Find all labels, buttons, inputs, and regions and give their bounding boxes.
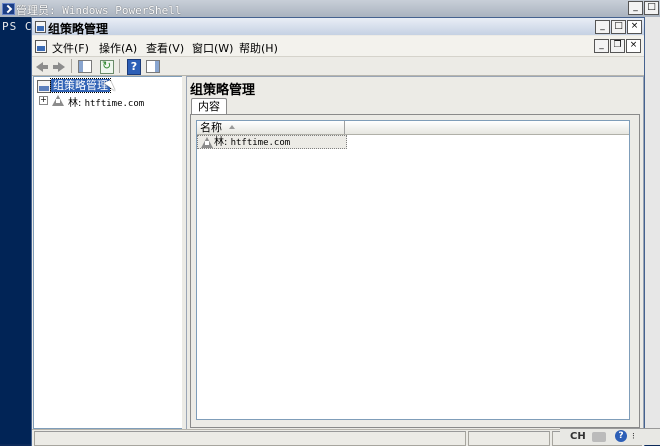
list-header: 名称 [197,121,629,135]
close-button[interactable]: × [627,20,642,34]
tree-item-gpm-root[interactable]: 组策略管理 [34,78,174,94]
sort-ascending-icon [229,125,235,129]
taskbar-tray: CH ? ⁝ [560,428,660,445]
powershell-titlebar[interactable]: 管理员: Windows PowerShell _ □ [0,0,660,18]
mdi-restore-button[interactable]: ❐ [610,39,625,53]
powershell-window-controls: _ □ [628,1,659,15]
refresh-icon[interactable] [100,59,114,74]
window-title: 组策略管理 [48,22,109,36]
mdi-minimize-button[interactable]: _ [594,39,609,53]
powershell-maximize-button[interactable]: □ [644,1,659,15]
powershell-scrollbar[interactable] [643,17,660,444]
forest-icon [52,95,64,106]
maximize-button[interactable]: □ [611,20,626,34]
gpm-window: 组策略管理 _ □ × 文件(F) 操作(A) 查看(V) 窗口(W) 帮助(H… [31,17,645,446]
result-pane: 组策略管理 内容 名称 林: htftime.com [186,76,644,431]
gpm-titlebar[interactable]: 组策略管理 _ □ × [32,18,644,36]
mdi-window-controls: _ ❐ × [594,39,641,53]
gpm-console-icon [37,80,51,93]
menu-action[interactable]: 操作(A) [99,40,137,56]
console-tree[interactable]: 组策略管理 + 林: htftime.com [33,76,183,429]
tree-item-label: 林: htftime.com [68,98,145,109]
help-icon[interactable]: ? [615,430,627,442]
menu-window[interactable]: 窗口(W) [192,40,233,56]
pane-title: 组策略管理 [190,83,256,98]
overflow-icon[interactable]: ⁝ [632,432,640,442]
toolbar: ? [32,57,644,76]
powershell-minimize-button[interactable]: _ [628,1,643,15]
gpm-window-icon [35,21,46,33]
tab-panel: 名称 林: htftime.com [190,114,640,428]
powershell-console[interactable] [0,17,32,444]
mdi-close-button[interactable]: × [626,39,641,53]
status-bar [32,429,644,446]
contents-list[interactable]: 名称 林: htftime.com [196,120,630,420]
show-hide-tree-icon[interactable] [78,60,92,73]
minimize-button[interactable]: _ [595,20,610,34]
column-header-blank[interactable] [346,121,629,134]
list-item[interactable]: 林: htftime.com [197,135,347,149]
menu-file[interactable]: 文件(F) [52,40,89,56]
powershell-icon [2,3,15,15]
powershell-prompt: PS C [2,20,33,33]
powershell-title: 管理员: Windows PowerShell [16,4,182,17]
help-icon[interactable]: ? [127,59,141,75]
menu-bar: 文件(F) 操作(A) 查看(V) 窗口(W) 帮助(H) _ ❐ × [32,36,644,57]
menu-view[interactable]: 查看(V) [146,40,184,56]
column-header-name[interactable]: 名称 [197,121,345,134]
language-indicator[interactable]: CH [570,431,586,442]
document-icon[interactable] [35,40,47,53]
back-icon[interactable] [35,59,49,73]
forward-icon[interactable] [52,59,66,73]
keyboard-icon[interactable] [592,432,606,442]
tree-item-forest[interactable]: + 林: htftime.com [34,94,174,109]
tree-item-label: 组策略管理 [50,78,111,93]
window-controls: _ □ × [595,20,642,34]
menu-help[interactable]: 帮助(H) [239,40,278,56]
tab-contents[interactable]: 内容 [191,98,227,115]
list-item-label: 林: htftime.com [214,137,291,148]
action-pane-icon[interactable] [146,60,160,73]
forest-icon [201,137,213,148]
toolbar-separator [71,59,72,73]
expand-icon[interactable]: + [39,96,48,105]
toolbar-separator [119,59,120,73]
